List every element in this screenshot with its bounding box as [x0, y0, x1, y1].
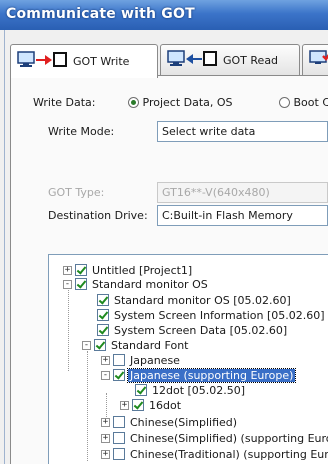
tab-strip: GOT Write GOT Read: [10, 44, 328, 78]
tab-got-read-label: GOT Read: [223, 54, 279, 67]
collapse-icon[interactable]: -: [63, 279, 72, 289]
expand-icon[interactable]: +: [101, 417, 110, 427]
expand-icon[interactable]: +: [120, 400, 129, 410]
tree-item-japanese-supporting-europe[interactable]: - Japanese (supporting Europe): [101, 367, 297, 383]
tab-got-write[interactable]: GOT Write: [10, 44, 158, 78]
write-mode-select[interactable]: Select write data: [157, 121, 328, 142]
tree-item-label: Chinese(Simplified): [130, 415, 238, 429]
tree-checkbox[interactable]: [113, 432, 125, 444]
verify-icon: [309, 50, 328, 71]
collapse-icon[interactable]: -: [82, 340, 91, 350]
tree-item-label: 16dot: [149, 398, 182, 412]
tree-item-label: Chinese(Simplified) (supporting Europe: [130, 431, 328, 445]
tree-item-16dot[interactable]: + 16dot: [120, 398, 183, 412]
radio-project-data-os-label: Project Data, OS: [142, 96, 233, 109]
got-to-pc-icon: [167, 50, 217, 71]
window-title: Communicate with GOT: [6, 6, 195, 22]
destination-drive-label: Destination Drive:: [48, 209, 148, 222]
tree-checkbox[interactable]: [75, 278, 87, 290]
radio-boot-label: Boot C: [293, 96, 328, 109]
tree-checkbox[interactable]: [113, 354, 125, 366]
tab-verify[interactable]: [302, 44, 328, 76]
tree-item-label: System Screen Information [05.02.60]: [114, 308, 325, 322]
tree-item-project[interactable]: + Untitled [Project1]: [63, 263, 194, 277]
tree-checkbox[interactable]: [132, 399, 144, 411]
tree-item-label: System Screen Data [05.02.60]: [114, 323, 288, 337]
tree-item-chinese-simplified-europe[interactable]: + Chinese(Simplified) (supporting Europe: [101, 431, 328, 445]
expand-icon[interactable]: +: [101, 449, 110, 459]
destination-drive-select[interactable]: C:Built-in Flash Memory: [157, 205, 328, 226]
tree-item-label: Japanese (supporting Europe): [126, 367, 297, 383]
radio-boot[interactable]: Boot C: [279, 96, 328, 109]
tree-checkbox[interactable]: [97, 294, 109, 306]
radio-project-data-os[interactable]: Project Data, OS: [128, 96, 233, 109]
tree-item-label: Standard monitor OS: [92, 277, 208, 291]
window-title-bar: Communicate with GOT: [0, 0, 328, 30]
got-type-field: GT16**-V(640x480): [157, 182, 328, 203]
tree-checkbox[interactable]: [97, 324, 109, 336]
got-type-label: GOT Type:: [48, 186, 105, 199]
tree-checkbox[interactable]: [113, 369, 125, 381]
write-data-label: Write Data:: [33, 96, 96, 109]
expand-icon[interactable]: +: [63, 265, 72, 275]
tree-item-standard-monitor-os-version[interactable]: Standard monitor OS [05.02.60]: [97, 293, 293, 307]
tree-item-japanese[interactable]: + Japanese: [101, 353, 182, 367]
tree-item-standard-monitor-os[interactable]: - Standard monitor OS: [63, 277, 210, 291]
pc-to-got-icon: [17, 51, 67, 72]
tree-item-system-screen-information[interactable]: System Screen Information [05.02.60]: [97, 308, 327, 322]
tab-got-write-label: GOT Write: [73, 55, 130, 68]
tree-item-label: Chinese(Traditional) (supporting Europe: [130, 447, 328, 461]
tree-item-label: Japanese: [130, 353, 180, 367]
tree-item-system-screen-data[interactable]: System Screen Data [05.02.60]: [97, 323, 289, 337]
tree-item-chinese-traditional-europe[interactable]: + Chinese(Traditional) (supporting Europ…: [101, 447, 328, 461]
tree-item-label: 12dot [05.02.50]: [152, 383, 246, 397]
tree-item-label: Standard monitor OS [05.02.60]: [114, 293, 291, 307]
write-data-tree[interactable]: + Untitled [Project1] - Standard monitor…: [48, 254, 328, 464]
tree-item-standard-font[interactable]: - Standard Font: [82, 338, 191, 352]
tree-item-label: Untitled [Project1]: [92, 263, 193, 277]
tree-item-label: Standard Font: [111, 338, 189, 352]
tree-checkbox[interactable]: [113, 416, 125, 428]
expand-icon[interactable]: +: [101, 433, 110, 443]
write-mode-label: Write Mode:: [48, 125, 115, 138]
tree-checkbox[interactable]: [113, 448, 125, 460]
tab-got-read[interactable]: GOT Read: [160, 44, 300, 76]
tree-checkbox[interactable]: [94, 339, 106, 351]
collapse-icon[interactable]: -: [101, 370, 110, 380]
radio-project-data-os-indicator[interactable]: [128, 97, 139, 108]
radio-boot-indicator[interactable]: [279, 97, 290, 108]
tree-checkbox[interactable]: [97, 309, 109, 321]
tree-item-12dot[interactable]: 12dot [05.02.50]: [135, 383, 247, 397]
expand-icon[interactable]: +: [101, 355, 110, 365]
tree-checkbox[interactable]: [135, 384, 147, 396]
tree-item-chinese-simplified[interactable]: + Chinese(Simplified): [101, 415, 239, 429]
tree-checkbox[interactable]: [75, 264, 87, 276]
